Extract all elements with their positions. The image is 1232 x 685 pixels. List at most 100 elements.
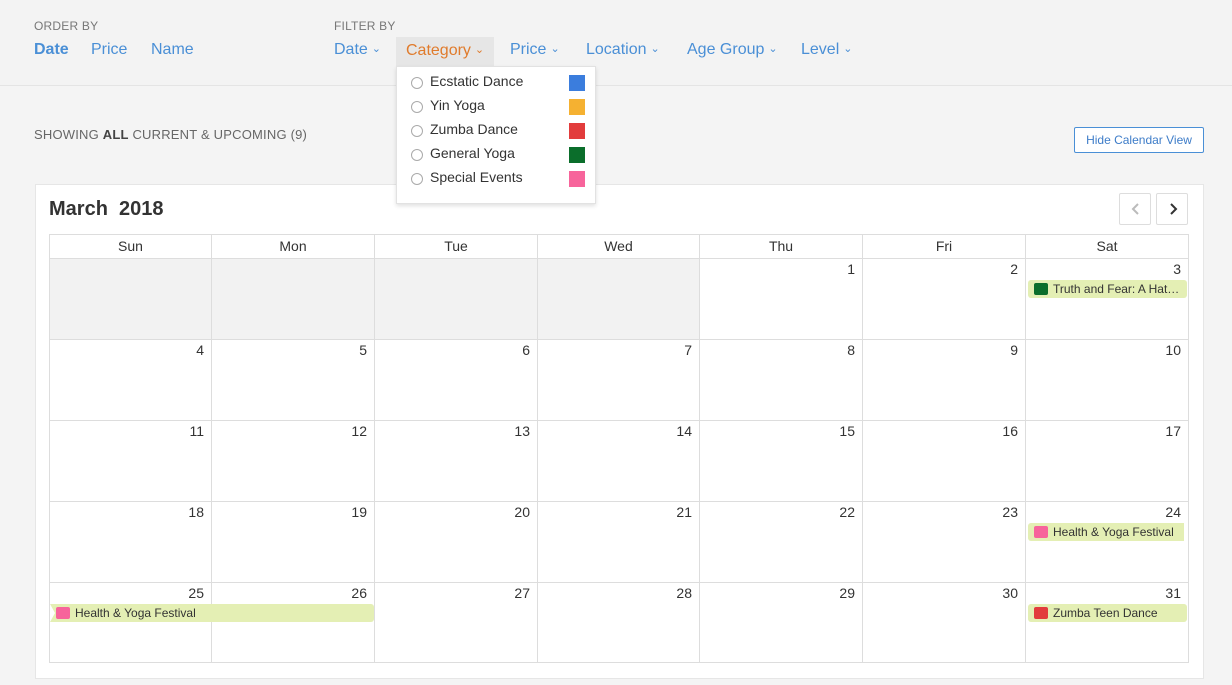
- day-cell[interactable]: 11: [50, 421, 212, 502]
- calendar-event[interactable]: Health & Yoga Festival: [1028, 523, 1184, 541]
- day-cell[interactable]: 27: [375, 583, 538, 662]
- day-cell[interactable]: 3: [1026, 259, 1188, 340]
- day-number: 24: [1165, 504, 1181, 520]
- weekday-header: Sat: [1026, 235, 1188, 259]
- chevron-down-icon: ⌄: [768, 43, 778, 55]
- day-cell[interactable]: 4: [50, 340, 212, 421]
- day-cell[interactable]: 15: [700, 421, 863, 502]
- event-color-swatch: [1034, 283, 1048, 295]
- event-title: Truth and Fear: A Hath…: [1053, 282, 1186, 296]
- day-cell[interactable]: 31: [1026, 583, 1188, 662]
- filter-level[interactable]: Level ⌄: [801, 41, 852, 59]
- sort-by-name[interactable]: Name: [151, 41, 194, 59]
- day-cell[interactable]: 26: [212, 583, 375, 662]
- day-cell[interactable]: 28: [538, 583, 700, 662]
- day-cell[interactable]: 25: [50, 583, 212, 662]
- radio-button[interactable]: [411, 149, 423, 161]
- day-cell[interactable]: 22: [700, 502, 863, 583]
- filter-category[interactable]: Category ⌄: [396, 37, 495, 66]
- results-suffix: CURRENT & UPCOMING (9): [132, 127, 308, 142]
- toolbar: ORDER BY Date Price Name FILTER BY Date ⌄…: [0, 0, 1232, 86]
- day-number: 19: [351, 504, 367, 520]
- color-swatch: [569, 75, 585, 91]
- sort-by-date[interactable]: Date: [34, 41, 69, 59]
- chevron-down-icon: ⌄: [650, 43, 660, 55]
- filter-date[interactable]: Date ⌄: [334, 41, 381, 59]
- day-number: 28: [676, 585, 692, 601]
- category-option-label: Special Events: [430, 169, 523, 185]
- day-cell[interactable]: 13: [375, 421, 538, 502]
- day-number: 23: [1002, 504, 1018, 520]
- day-cell[interactable]: 18: [50, 502, 212, 583]
- radio-button[interactable]: [411, 125, 423, 137]
- day-number: 15: [839, 423, 855, 439]
- filter-location[interactable]: Location ⌄: [586, 41, 660, 59]
- sort-by-price[interactable]: Price: [91, 41, 127, 59]
- day-cell[interactable]: [212, 259, 375, 340]
- results-emphasis: ALL: [102, 127, 129, 142]
- day-cell[interactable]: 20: [375, 502, 538, 583]
- radio-button[interactable]: [411, 101, 423, 113]
- weekday-header: Fri: [863, 235, 1026, 259]
- day-number: 12: [351, 423, 367, 439]
- filter-age-group[interactable]: Age Group ⌄: [687, 41, 778, 59]
- event-color-swatch: [56, 607, 70, 619]
- calendar-event[interactable]: Truth and Fear: A Hath…: [1028, 280, 1187, 298]
- chevron-down-icon: ⌄: [474, 44, 485, 56]
- category-option-label: Zumba Dance: [430, 121, 518, 137]
- day-number: 14: [676, 423, 692, 439]
- day-cell[interactable]: 21: [538, 502, 700, 583]
- calendar-grid: Sun Mon Tue Wed Thu Fri Sat 1 2 3 4 5 6 …: [49, 234, 1189, 663]
- day-cell[interactable]: 14: [538, 421, 700, 502]
- calendar-event[interactable]: Health & Yoga Festival: [50, 604, 374, 622]
- category-option-special-events[interactable]: Special Events: [397, 168, 595, 192]
- category-option-zumba-dance[interactable]: Zumba Dance: [397, 120, 595, 144]
- day-cell[interactable]: [375, 259, 538, 340]
- day-cell[interactable]: [538, 259, 700, 340]
- day-cell[interactable]: 19: [212, 502, 375, 583]
- day-number: 17: [1165, 423, 1181, 439]
- hide-calendar-view-button[interactable]: Hide Calendar View: [1074, 127, 1204, 153]
- day-cell[interactable]: 24: [1026, 502, 1188, 583]
- day-cell[interactable]: 9: [863, 340, 1026, 421]
- day-number: 1: [847, 261, 855, 277]
- day-cell[interactable]: 7: [538, 340, 700, 421]
- day-cell[interactable]: 5: [212, 340, 375, 421]
- results-prefix: SHOWING: [34, 127, 99, 142]
- day-cell[interactable]: 23: [863, 502, 1026, 583]
- day-number: 26: [351, 585, 367, 601]
- previous-month-button[interactable]: [1119, 193, 1151, 225]
- category-option-yin-yoga[interactable]: Yin Yoga: [397, 96, 595, 120]
- day-cell[interactable]: 6: [375, 340, 538, 421]
- filter-by-label: FILTER BY: [334, 19, 396, 33]
- next-month-button[interactable]: [1156, 193, 1188, 225]
- radio-button[interactable]: [411, 173, 423, 185]
- filter-category-label: Category: [406, 42, 471, 59]
- day-cell[interactable]: 10: [1026, 340, 1188, 421]
- day-number: 5: [359, 342, 367, 358]
- category-option-label: General Yoga: [430, 145, 515, 161]
- calendar-event[interactable]: Zumba Teen Dance: [1028, 604, 1187, 622]
- day-cell[interactable]: 8: [700, 340, 863, 421]
- filter-price-label: Price: [510, 41, 547, 58]
- chevron-down-icon: ⌄: [371, 43, 382, 55]
- day-cell[interactable]: 2: [863, 259, 1026, 340]
- day-number: 8: [847, 342, 855, 358]
- filter-level-label: Level: [801, 41, 840, 58]
- radio-button[interactable]: [411, 77, 423, 89]
- day-cell[interactable]: 16: [863, 421, 1026, 502]
- day-cell[interactable]: 17: [1026, 421, 1188, 502]
- day-cell[interactable]: 1: [700, 259, 863, 340]
- color-swatch: [569, 99, 585, 115]
- category-option-ecstatic-dance[interactable]: Ecstatic Dance: [397, 72, 595, 96]
- chevron-right-icon: [1170, 203, 1178, 215]
- day-cell[interactable]: 12: [212, 421, 375, 502]
- day-number: 22: [839, 504, 855, 520]
- event-title: Health & Yoga Festival: [75, 606, 196, 620]
- day-cell[interactable]: [50, 259, 212, 340]
- category-option-general-yoga[interactable]: General Yoga: [397, 144, 595, 168]
- day-cell[interactable]: 29: [700, 583, 863, 662]
- filter-price[interactable]: Price ⌄: [510, 41, 560, 59]
- day-cell[interactable]: 30: [863, 583, 1026, 662]
- event-title: Zumba Teen Dance: [1053, 606, 1158, 620]
